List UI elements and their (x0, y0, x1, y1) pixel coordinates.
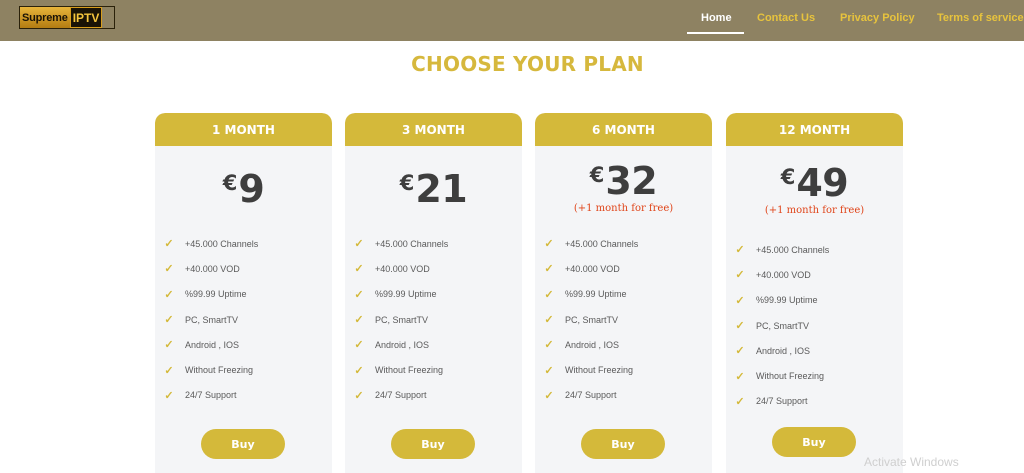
plan-price: €49 (726, 161, 903, 205)
check-icon: ✓ (164, 288, 174, 301)
feature-item: ✓ +40.000 VOD (544, 263, 620, 276)
feature-item: ✓ +40.000 VOD (735, 269, 811, 282)
feature-item: ✓ 24/7 Support (354, 389, 427, 402)
feature-item: ✓ Android , IOS (544, 339, 620, 352)
check-icon: ✓ (735, 244, 745, 257)
feature-item: ✓ %99.99 Uptime (354, 288, 437, 301)
feature-item: ✓ Without Freezing (735, 370, 825, 383)
check-icon: ✓ (544, 389, 554, 402)
check-icon: ✓ (164, 339, 174, 352)
feature-item: ✓ Without Freezing (544, 364, 634, 377)
feature-item: ✓ PC, SmartTV (354, 314, 429, 327)
check-icon: ✓ (544, 288, 554, 301)
check-icon: ✓ (544, 238, 554, 251)
feature-list: ✓ +45.000 Channels ✓ +40.000 VOD ✓ %99.99 U… (544, 231, 638, 408)
check-icon: ✓ (164, 364, 174, 377)
check-icon: ✓ (164, 389, 174, 402)
feature-item: ✓ +40.000 VOD (354, 263, 430, 276)
check-icon: ✓ (164, 263, 174, 276)
plan-name: 12 MONTH (726, 113, 903, 146)
brand-logo[interactable]: Supreme IPTV (19, 6, 115, 29)
logo-text-supreme: Supreme (20, 7, 70, 28)
buy-button-3-month[interactable]: Buy (391, 429, 475, 459)
check-icon: ✓ (735, 345, 745, 358)
feature-item: ✓ +45.000 Channels (354, 238, 449, 251)
check-icon: ✓ (354, 288, 364, 301)
nav-link-contact-us[interactable]: Contact Us (757, 12, 815, 24)
feature-item: ✓ Android , IOS (164, 339, 240, 352)
feature-list: ✓ +45.000 Channels ✓ +40.000 VOD ✓ %99.99 U… (354, 231, 448, 408)
feature-item: ✓ +45.000 Channels (544, 238, 639, 251)
check-icon: ✓ (354, 389, 364, 402)
check-icon: ✓ (354, 339, 364, 352)
logo-text-iptv: IPTV (69, 7, 103, 28)
plan-card-6-month: 6 MONTH €32 (+1 month for free) ✓ +45.000… (535, 113, 712, 473)
currency-symbol: € (222, 171, 238, 195)
check-icon: ✓ (735, 370, 745, 383)
plan-price: €9 (155, 167, 332, 211)
feature-item: ✓ PC, SmartTV (544, 314, 619, 327)
buy-button-6-month[interactable]: Buy (581, 429, 665, 459)
feature-item: ✓ PC, SmartTV (735, 320, 810, 333)
price-amount: 21 (415, 167, 468, 211)
nav-link-home[interactable]: Home (701, 12, 732, 24)
activation-watermark: Activate Windows (864, 455, 959, 469)
feature-item: ✓ Android , IOS (735, 345, 811, 358)
plan-card-1-month: 1 MONTH €9 ✓ +45.000 Channels ✓ +40.000 VO… (155, 113, 332, 473)
check-icon: ✓ (354, 364, 364, 377)
check-icon: ✓ (735, 320, 745, 333)
feature-item: ✓ 24/7 Support (164, 389, 237, 402)
buy-button-1-month[interactable]: Buy (201, 429, 285, 459)
feature-item: ✓ +45.000 Channels (164, 238, 259, 251)
page-title: CHOOSE YOUR PLAN (411, 52, 644, 76)
currency-symbol: € (780, 165, 796, 189)
currency-symbol: € (399, 171, 415, 195)
currency-symbol: € (589, 163, 605, 187)
price-amount: 32 (605, 159, 658, 203)
nav-link-privacy-policy[interactable]: Privacy Policy (840, 12, 915, 24)
plan-price: €21 (345, 167, 522, 211)
feature-item: ✓ +40.000 VOD (164, 263, 240, 276)
check-icon: ✓ (544, 339, 554, 352)
active-nav-indicator (687, 32, 744, 34)
check-icon: ✓ (544, 314, 554, 327)
feature-item: ✓ %99.99 Uptime (164, 288, 247, 301)
check-icon: ✓ (735, 395, 745, 408)
feature-item: ✓ Without Freezing (164, 364, 254, 377)
feature-item: ✓ %99.99 Uptime (735, 294, 818, 307)
check-icon: ✓ (164, 314, 174, 327)
price-amount: 49 (796, 161, 849, 205)
feature-item: ✓ 24/7 Support (735, 395, 808, 408)
feature-list: ✓ +45.000 Channels ✓ +40.000 VOD ✓ %99.99 U… (735, 237, 829, 414)
feature-list: ✓ +45.000 Channels ✓ +40.000 VOD ✓ %99.99 U… (164, 231, 258, 408)
feature-item: ✓ +45.000 Channels (735, 244, 830, 257)
feature-item: ✓ Android , IOS (354, 339, 430, 352)
check-icon: ✓ (544, 364, 554, 377)
feature-item: ✓ 24/7 Support (544, 389, 617, 402)
check-icon: ✓ (354, 314, 364, 327)
plan-price: €32 (535, 159, 712, 203)
plan-card-3-month: 3 MONTH €21 ✓ +45.000 Channels ✓ +40.000 V… (345, 113, 522, 473)
check-icon: ✓ (164, 238, 174, 251)
feature-item: ✓ Without Freezing (354, 364, 444, 377)
plan-name: 1 MONTH (155, 113, 332, 146)
plan-name: 3 MONTH (345, 113, 522, 146)
top-navbar: Supreme IPTV Home Contact Us Privacy Pol… (0, 0, 1024, 41)
feature-item: ✓ PC, SmartTV (164, 314, 239, 327)
plan-name: 6 MONTH (535, 113, 712, 146)
check-icon: ✓ (354, 263, 364, 276)
check-icon: ✓ (735, 294, 745, 307)
check-icon: ✓ (354, 238, 364, 251)
promo-text: (+1 month for free) (573, 203, 674, 214)
feature-item: ✓ %99.99 Uptime (544, 288, 627, 301)
buy-button-12-month[interactable]: Buy (772, 427, 856, 457)
price-amount: 9 (238, 167, 265, 211)
check-icon: ✓ (735, 269, 745, 282)
promo-text: (+1 month for free) (764, 205, 865, 216)
check-icon: ✓ (544, 263, 554, 276)
plan-card-12-month: 12 MONTH €49 (+1 month for free) ✓ +45.00… (726, 113, 903, 473)
nav-link-terms-of-service[interactable]: Terms of service (937, 12, 1024, 24)
